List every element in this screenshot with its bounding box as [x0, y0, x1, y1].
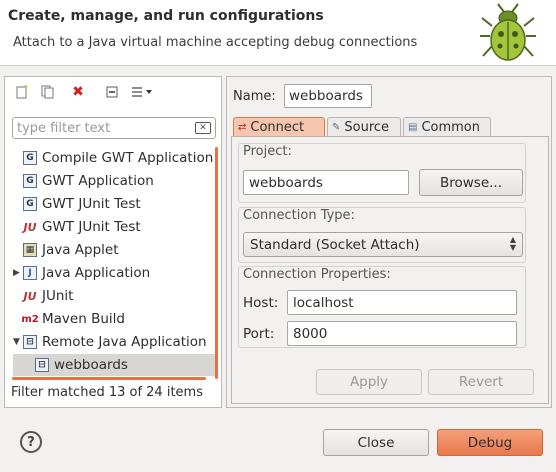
- bug-icon: [480, 3, 536, 61]
- filter-input[interactable]: [17, 119, 193, 137]
- tree-item-label: Maven Build: [42, 311, 125, 327]
- tab-connect[interactable]: ⇄ Connect: [233, 117, 325, 137]
- browse-button[interactable]: Browse...: [419, 169, 523, 196]
- tree-item-label: JUnit: [42, 288, 74, 304]
- dialog-subtitle: Attach to a Java virtual machine accepti…: [13, 35, 418, 50]
- port-label: Port:: [243, 326, 275, 342]
- dialog-title: Create, manage, and run configurations: [8, 8, 324, 24]
- project-group: Project: webboards Browse...: [238, 143, 526, 203]
- tree-item-label: Remote Java Application: [42, 334, 207, 350]
- remote-config-icon: ⊟: [35, 358, 49, 372]
- apply-button[interactable]: Apply: [316, 369, 422, 395]
- expand-arrow-icon[interactable]: ▶: [13, 268, 23, 278]
- tree-item-java-applet[interactable]: ▦ Java Applet: [13, 239, 223, 261]
- connect-icon: ⇄: [238, 122, 247, 133]
- help-icon[interactable]: ?: [20, 431, 42, 453]
- remote-java-icon: ⊟: [23, 335, 37, 349]
- port-input[interactable]: 8000: [287, 321, 517, 346]
- tab-source[interactable]: ✎ Source: [327, 117, 401, 137]
- gwt-compile-icon: G: [23, 151, 37, 165]
- horizontal-scrollbar[interactable]: [12, 377, 206, 380]
- tree-item-maven-build[interactable]: m2 Maven Build: [13, 308, 223, 330]
- applet-icon: ▦: [23, 243, 37, 257]
- gwt-icon: G: [23, 174, 37, 188]
- config-tabs: ⇄ Connect ✎ Source ▤ Common: [231, 117, 549, 137]
- tree-item-label: GWT JUnit Test: [42, 196, 141, 212]
- collapse-arrow-icon[interactable]: ▼: [13, 337, 23, 347]
- filter-icon[interactable]: [129, 83, 157, 101]
- configuration-toolbar: ✖: [5, 77, 221, 107]
- tree-item-webboards[interactable]: ⊟ webboards: [13, 354, 215, 376]
- source-icon: ✎: [332, 122, 341, 133]
- new-configuration-icon[interactable]: [13, 83, 31, 101]
- debug-button[interactable]: Debug: [437, 429, 543, 456]
- tree-item-label: Java Application: [42, 265, 151, 281]
- vertical-scrollbar[interactable]: [215, 147, 218, 379]
- connection-type-select[interactable]: Standard (Socket Attach) ▲ ▼: [243, 232, 523, 257]
- connection-properties-group: Connection Properties: Host: localhost P…: [238, 266, 526, 348]
- delete-icon[interactable]: ✖: [69, 83, 87, 101]
- filter-status: Filter matched 13 of 24 items: [11, 385, 203, 400]
- common-icon: ▤: [408, 122, 418, 133]
- configuration-editor-panel: Name: webboards ⇄ Connect ✎ Source ▤ Com…: [226, 76, 552, 408]
- tree-item-label: Compile GWT Application: [42, 150, 214, 166]
- connect-tab-content: Project: webboards Browse... Connection …: [231, 136, 549, 404]
- tree-item-label: Java Applet: [42, 242, 119, 258]
- tree-item-label: GWT Application: [42, 173, 154, 189]
- spinner-arrows-icon: ▲ ▼: [509, 235, 516, 252]
- host-label: Host:: [243, 295, 279, 311]
- tree-item-java-application[interactable]: ▶ J Java Application: [13, 262, 223, 284]
- dialog-header: Create, manage, and run configurations A…: [0, 0, 556, 66]
- connection-type-label: Connection Type:: [243, 208, 355, 223]
- duplicate-icon[interactable]: [39, 83, 57, 101]
- junit-icon: JU: [23, 289, 37, 303]
- tree-item-compile-gwt-application[interactable]: G Compile GWT Application: [13, 147, 223, 169]
- java-app-icon: J: [23, 266, 37, 280]
- project-label: Project:: [243, 144, 292, 159]
- gwt-junit-icon: G: [23, 197, 37, 211]
- host-input[interactable]: localhost: [287, 290, 517, 315]
- tree-item-gwt-junit-test-2[interactable]: JU GWT JUnit Test: [13, 216, 223, 238]
- configuration-list-panel: ✖ ✕ G Compile GWT Application G GWT Appl…: [4, 76, 222, 408]
- connection-type-group: Connection Type: Standard (Socket Attach…: [238, 207, 526, 263]
- tree-item-label: GWT JUnit Test: [42, 219, 141, 235]
- tree-item-gwt-junit-test[interactable]: G GWT JUnit Test: [13, 193, 223, 215]
- junit-icon: JU: [23, 220, 37, 234]
- name-input[interactable]: webboards: [284, 84, 372, 108]
- tree-item-gwt-application[interactable]: G GWT Application: [13, 170, 223, 192]
- revert-button[interactable]: Revert: [428, 369, 534, 395]
- clear-filter-icon[interactable]: ✕: [195, 122, 211, 134]
- filter-field[interactable]: ✕: [12, 117, 216, 139]
- tree-item-label: webboards: [54, 357, 128, 373]
- collapse-all-icon[interactable]: [103, 83, 121, 101]
- tree-item-remote-java-application[interactable]: ▼ ⊟ Remote Java Application: [13, 331, 223, 353]
- maven-icon: m2: [21, 313, 39, 325]
- project-input[interactable]: webboards: [243, 170, 409, 195]
- close-button[interactable]: Close: [323, 429, 429, 456]
- name-label: Name:: [233, 89, 276, 104]
- tab-common[interactable]: ▤ Common: [403, 117, 491, 137]
- connection-properties-label: Connection Properties:: [243, 267, 391, 282]
- tree-item-junit[interactable]: JU JUnit: [13, 285, 223, 307]
